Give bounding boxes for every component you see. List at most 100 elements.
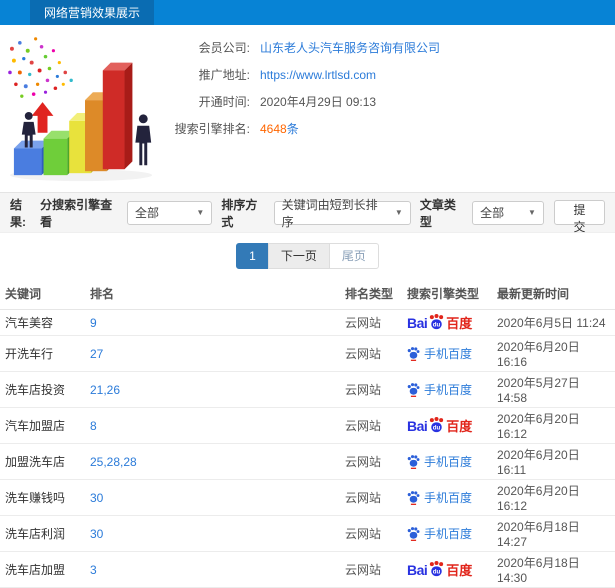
updated-time-cell: 2020年5月27日 14:58 — [492, 371, 615, 408]
promo-url-row: 推广地址: https://www.lrtlsd.com — [172, 66, 615, 83]
chevron-down-icon: ▼ — [527, 208, 536, 217]
rank-type-cell: 云网站 — [340, 335, 402, 372]
table-row: 洗车店投资 21,26 云网站 手机百度 2020年5月27日 14:58 — [0, 371, 615, 408]
mobile-baidu-logo: 手机百度 — [407, 345, 472, 362]
keyword-cell: 汽车加盟店 — [0, 407, 85, 444]
svg-text:du: du — [433, 321, 441, 328]
rank-cell[interactable]: 21,26 — [85, 371, 340, 408]
rank-cell[interactable]: 3 — [85, 551, 340, 588]
member-company-link[interactable]: 山东老人头汽车服务咨询有限公司 — [260, 39, 440, 56]
svg-text:du: du — [433, 568, 441, 575]
promo-image — [0, 25, 172, 192]
table-row: 加盟洗车店 25,28,28 云网站 手机百度 2020年6月20日 16:11 — [0, 443, 615, 480]
engine-type-cell: Bai du 百度 — [402, 551, 492, 588]
mobile-baidu-label: 手机百度 — [424, 455, 473, 469]
updated-time-cell: 2020年6月18日 14:30 — [492, 551, 615, 588]
mobile-baidu-paw-icon — [407, 382, 420, 397]
engine-filter-label: 分搜索引擎查看 — [40, 197, 113, 229]
sort-filter-select[interactable]: 关键词由短到长排序 ▼ — [273, 198, 411, 229]
baidu-logo-bai-text: Bai — [407, 561, 428, 578]
col-header-rank: 排名 — [85, 278, 340, 310]
article-type-select[interactable]: 全部 ▼ — [472, 200, 544, 225]
sort-filter-label: 排序方式 — [221, 197, 258, 229]
engine-rank-label: 搜索引擎排名: — [174, 122, 250, 136]
businessman-right — [135, 114, 152, 166]
mobile-baidu-paw-icon — [407, 526, 420, 541]
bar-chart-illustration — [8, 37, 153, 182]
engine-rank-count: 4648 — [260, 122, 287, 136]
mobile-baidu-logo: 手机百度 — [407, 525, 472, 542]
results-table: 关键词 排名 排名类型 搜索引擎类型 最新更新时间 汽车美容 9 云网站 Bai du 百… — [0, 278, 615, 588]
chevron-down-icon: ▼ — [394, 208, 403, 217]
rank-cell[interactable]: 30 — [85, 479, 340, 516]
mobile-baidu-label: 手机百度 — [424, 383, 473, 397]
updated-time-cell: 2020年6月20日 16:16 — [492, 335, 615, 372]
updated-time-cell: 2020年6月20日 16:12 — [492, 407, 615, 444]
col-header-engine-type: 搜索引擎类型 — [402, 278, 492, 310]
top-navbar: 网络营销效果展示 — [0, 0, 615, 25]
baidu-logo: Bai du 百度 — [407, 416, 472, 435]
rank-type-cell: 云网站 — [340, 515, 402, 552]
col-header-rank-type: 排名类型 — [340, 278, 402, 310]
table-row: 汽车加盟店 8 云网站 Bai du 百度 2020年6月20日 16:12 — [0, 407, 615, 444]
rank-cell[interactable]: 30 — [85, 515, 340, 552]
table-row: 洗车店利润 30 云网站 手机百度 2020年6月18日 14:27 — [0, 515, 615, 552]
rank-type-cell: 云网站 — [340, 479, 402, 516]
filter-bar: 结果: 分搜索引擎查看 全部 ▼ 排序方式 关键词由短到长排序 ▼ 文章类型 全… — [0, 192, 615, 234]
mobile-baidu-paw-icon — [407, 454, 420, 469]
keyword-cell: 加盟洗车店 — [0, 443, 85, 480]
rank-cell[interactable]: 8 — [85, 407, 340, 444]
member-company-label: 会员公司: — [198, 41, 250, 55]
rank-type-cell: 云网站 — [340, 371, 402, 408]
engine-rank-row: 搜索引擎排名: 4648条 — [172, 120, 615, 137]
mobile-baidu-paw-icon — [407, 490, 420, 505]
baidu-paw-icon: du — [428, 314, 445, 331]
updated-time-cell: 2020年6月18日 14:27 — [492, 515, 615, 552]
promo-url-label: 推广地址: — [198, 68, 250, 82]
mobile-baidu-paw-icon — [407, 346, 420, 361]
submit-button[interactable]: 提交 — [553, 200, 605, 234]
pagination-next-button[interactable]: 下一页 — [267, 243, 330, 269]
baidu-logo: Bai du 百度 — [407, 313, 472, 332]
svg-text:du: du — [433, 424, 441, 431]
table-row: 洗车店加盟 3 云网站 Bai du 百度 2020年6月18日 14:30 — [0, 551, 615, 588]
engine-filter-select[interactable]: 全部 ▼ — [127, 200, 213, 225]
summary-section: 会员公司: 山东老人头汽车服务咨询有限公司 推广地址: https://www.… — [0, 25, 615, 192]
rank-cell[interactable]: 9 — [85, 309, 340, 336]
pagination-current-page[interactable]: 1 — [236, 243, 269, 269]
keyword-cell: 洗车店加盟 — [0, 551, 85, 588]
table-row: 汽车美容 9 云网站 Bai du 百度 2020年6月5日 11:24 — [0, 309, 615, 336]
pagination: 1 下一页 尾页 — [0, 243, 615, 269]
engine-filter-value: 全部 — [135, 206, 160, 220]
promo-url-link[interactable]: https://www.lrtlsd.com — [260, 68, 376, 82]
article-type-value: 全部 — [480, 206, 505, 220]
engine-type-cell: 手机百度 — [402, 371, 492, 408]
mobile-baidu-logo: 手机百度 — [407, 453, 472, 470]
keyword-cell: 汽车美容 — [0, 309, 85, 336]
rank-cell[interactable]: 25,28,28 — [85, 443, 340, 480]
baidu-paw-icon: du — [428, 561, 445, 578]
page-title: 网络营销效果展示 — [44, 6, 141, 20]
keyword-cell: 洗车店利润 — [0, 515, 85, 552]
engine-type-cell: 手机百度 — [402, 335, 492, 372]
sort-filter-value: 关键词由短到长排序 — [281, 197, 378, 229]
mobile-baidu-label: 手机百度 — [424, 347, 473, 361]
baidu-logo-cn-text: 百度 — [446, 316, 473, 331]
engine-type-cell: Bai du 百度 — [402, 309, 492, 336]
member-info: 会员公司: 山东老人头汽车服务咨询有限公司 推广地址: https://www.… — [172, 25, 615, 192]
rank-cell[interactable]: 27 — [85, 335, 340, 372]
engine-type-cell: 手机百度 — [402, 515, 492, 552]
rank-type-cell: 云网站 — [340, 551, 402, 588]
page-title-tab[interactable]: 网络营销效果展示 — [30, 0, 155, 25]
col-header-updated: 最新更新时间 — [492, 278, 615, 310]
table-row: 开洗车行 27 云网站 手机百度 2020年6月20日 16:16 — [0, 335, 615, 372]
open-time-row: 开通时间: 2020年4月29日 09:13 — [172, 93, 615, 110]
baidu-logo-cn-text: 百度 — [446, 563, 473, 578]
pagination-last-button[interactable]: 尾页 — [328, 243, 379, 269]
open-time-label: 开通时间: — [198, 95, 250, 109]
mobile-baidu-label: 手机百度 — [424, 527, 473, 541]
engine-rank-unit: 条 — [286, 122, 299, 136]
baidu-logo-cn-text: 百度 — [446, 419, 473, 434]
open-time-value: 2020年4月29日 09:13 — [260, 95, 377, 109]
engine-type-cell: 手机百度 — [402, 443, 492, 480]
